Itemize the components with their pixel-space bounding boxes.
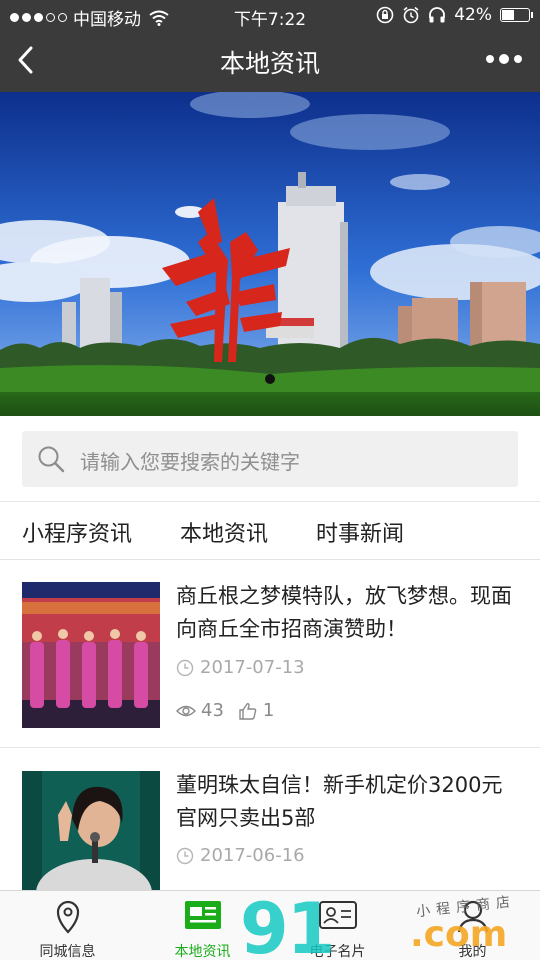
battery-icon (500, 8, 533, 22)
tabbar-label: 我的 (458, 944, 487, 960)
article-title: 商丘根之梦模特队，放飞梦想。现面向商丘全市招商演赞助！ (176, 584, 512, 641)
status-right: 42% (376, 5, 533, 25)
tabbar-item-me[interactable]: 我的 (405, 891, 540, 960)
article-thumbnail (22, 582, 160, 728)
user-icon (457, 900, 488, 933)
tab-mini-program-news[interactable]: 小程序资讯 (22, 516, 132, 548)
tabbar-label: 本地资讯 (174, 944, 231, 960)
alarm-icon (403, 6, 419, 24)
article-thumbnail (22, 771, 160, 890)
article-title: 董明珠太自信！新手机定价3200元 官网只卖出5部 (176, 773, 503, 830)
tab-current-affairs[interactable]: 时事新闻 (316, 516, 404, 548)
article-date: 2017-06-16 (176, 845, 305, 866)
article-item[interactable]: 商丘根之梦模特队，放飞梦想。现面向商丘全市招商演赞助！ 2017-07-13 4… (0, 560, 540, 748)
article-date: 2017-07-13 (176, 657, 305, 678)
more-button[interactable] (486, 54, 522, 64)
search-section: 请输入您要搜索的关键字 (0, 416, 540, 502)
status-bar: 中国移动 下午7:22 42% (0, 0, 540, 30)
location-pin-icon (56, 900, 79, 934)
tabbar-item-business-card[interactable]: 电子名片 (270, 891, 405, 960)
search-input[interactable]: 请输入您要搜索的关键字 (22, 431, 518, 487)
headphones-icon (429, 7, 446, 23)
tabbar-label: 同城信息 (39, 944, 96, 960)
article-date-text: 2017-06-16 (200, 845, 305, 866)
clock-icon (176, 847, 194, 864)
category-tabs: 小程序资讯 本地资讯 时事新闻 (0, 502, 540, 560)
battery-percent: 42% (454, 5, 492, 25)
eye-icon (176, 705, 196, 716)
article-item[interactable]: 董明珠太自信！新手机定价3200元 官网只卖出5部 2017-06-16 (0, 749, 540, 890)
bottom-tab-bar: 同城信息 本地资讯 电子名片 我的 (0, 890, 540, 960)
rotation-lock-icon (376, 6, 394, 24)
search-icon (38, 446, 65, 473)
page-title: 本地资讯 (219, 49, 320, 78)
article-stats: 43 1 (176, 700, 288, 721)
news-card-icon (184, 901, 221, 929)
tabbar-item-local-news[interactable]: 本地资讯 (135, 891, 270, 960)
view-count: 43 (176, 700, 224, 721)
navigation-bar: 本地资讯 (0, 30, 540, 92)
more-dots-icon (486, 55, 494, 63)
view-count-text: 43 (201, 700, 224, 721)
top-bar: 中国移动 下午7:22 42% 本地资讯 (0, 0, 540, 92)
tab-local-news[interactable]: 本地资讯 (180, 516, 268, 548)
clock-icon (176, 659, 194, 676)
like-count-text: 1 (262, 700, 275, 721)
search-placeholder: 请输入您要搜索的关键字 (80, 450, 300, 474)
banner-image[interactable] (0, 92, 540, 416)
thumbs-up-icon (239, 702, 257, 720)
contact-card-icon (318, 901, 357, 929)
tabbar-label: 电子名片 (309, 944, 366, 960)
tabbar-item-city-info[interactable]: 同城信息 (0, 891, 135, 960)
article-date-text: 2017-07-13 (200, 657, 305, 678)
like-button[interactable]: 1 (238, 700, 274, 721)
